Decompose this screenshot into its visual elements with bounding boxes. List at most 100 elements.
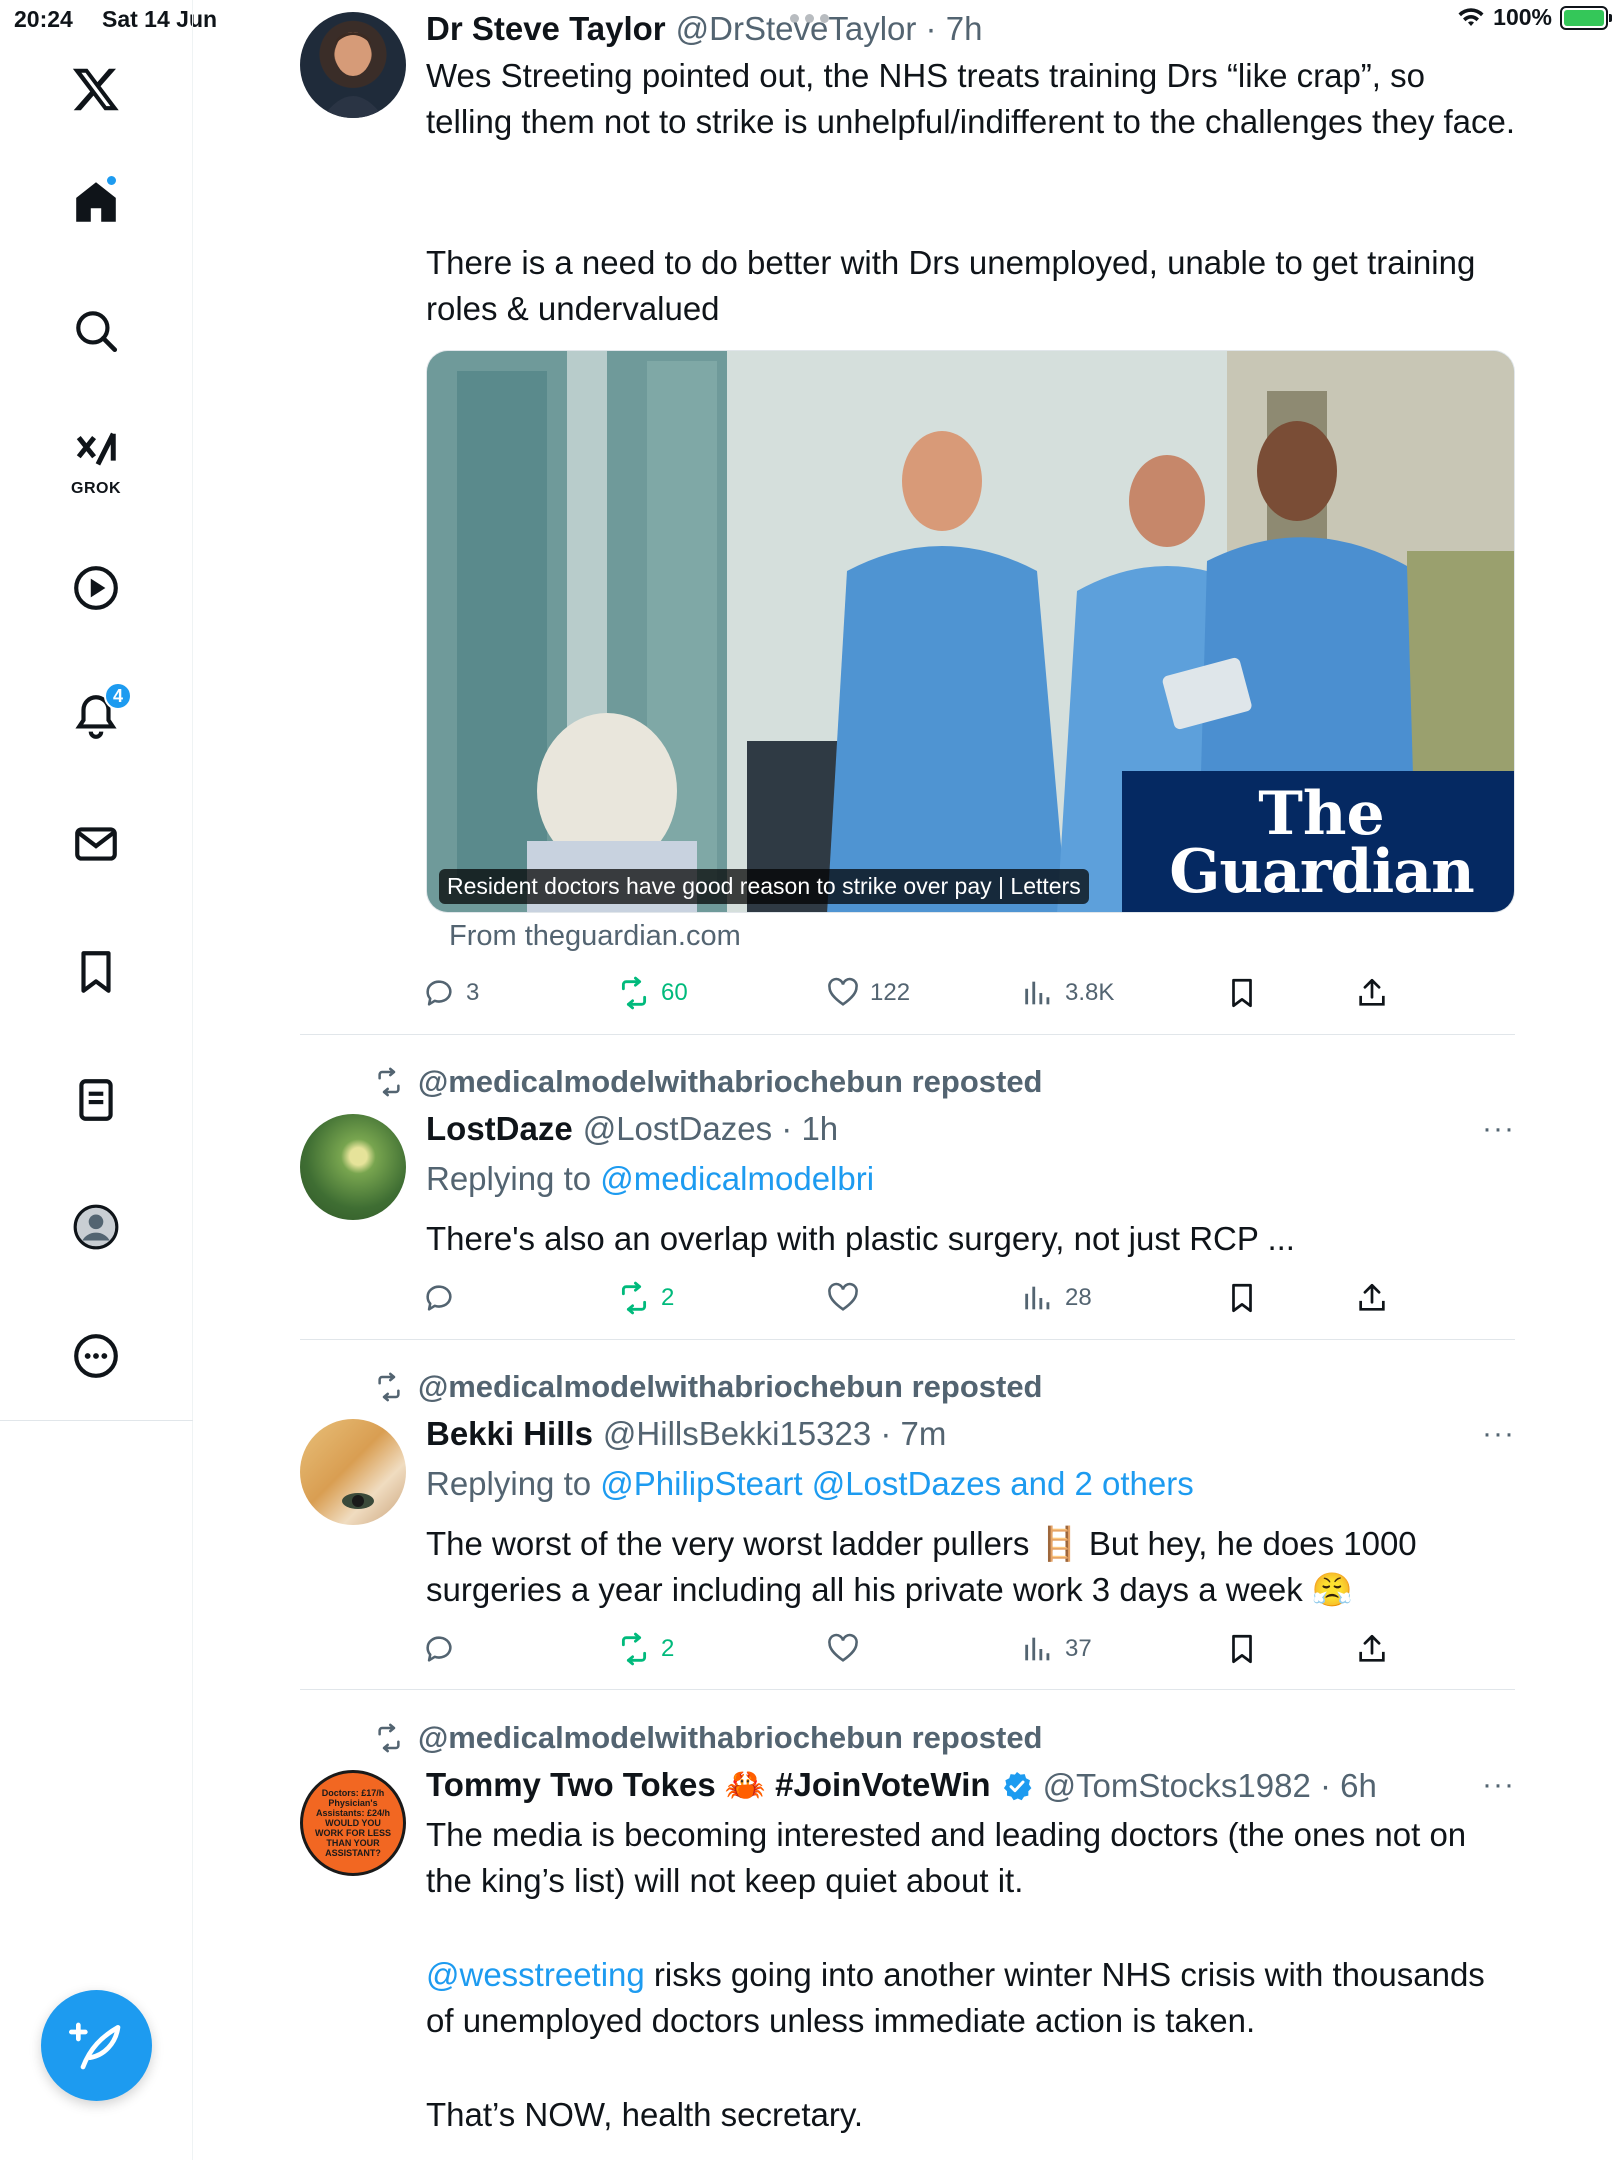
views-icon [1025, 1286, 1050, 1310]
tweet-actions: 2 28 [422, 1273, 1422, 1323]
home-icon[interactable] [56, 162, 136, 242]
tweet-header: Bekki Hills @HillsBekki15323 · 7m [426, 1415, 946, 1453]
views-button[interactable]: 28 [1021, 1273, 1092, 1323]
views-button[interactable]: 37 [1021, 1624, 1092, 1674]
reply-button[interactable] [422, 1273, 456, 1323]
notifications-icon[interactable]: 4 [56, 676, 136, 756]
tweet-text: The worst of the very worst ladder pulle… [426, 1525, 1417, 1608]
more-button[interactable]: ··· [1482, 1112, 1515, 1146]
repost-context: @medicalmodelwithabriochebun reposted [374, 1720, 1043, 1756]
tweet-divider [300, 1339, 1515, 1340]
avatar[interactable] [300, 1114, 406, 1220]
tweet-text: @wesstreeting risks going into another w… [426, 1956, 1485, 2039]
repost-icon [621, 976, 647, 1010]
compose-post-button[interactable] [41, 1990, 152, 2101]
reply-icon [426, 1285, 452, 1311]
author-name[interactable]: Dr Steve Taylor [426, 10, 666, 48]
reply-button[interactable] [422, 1624, 456, 1674]
more-button[interactable]: ··· [1482, 1768, 1515, 1802]
grok-icon[interactable]: GROK [56, 418, 136, 502]
like-button[interactable] [826, 1273, 860, 1323]
verified-badge-icon [1003, 1771, 1031, 1800]
search-icon[interactable] [56, 291, 136, 371]
author-handle[interactable]: @HillsBekki15323 · 7m [603, 1415, 946, 1453]
heart-icon [828, 1633, 858, 1662]
heart-icon [828, 977, 858, 1006]
tweet-divider [300, 1689, 1515, 1690]
repost-icon [621, 1632, 647, 1666]
sidebar-divider [0, 1420, 193, 1421]
bookmark-icon [1232, 978, 1252, 1008]
sidebar: GROK 4 [0, 0, 193, 2160]
share-icon [1359, 978, 1385, 1006]
tweet-header: Tommy Two Tokes 🦀 #JoinVoteWin @TomStock… [426, 1766, 1377, 1805]
tweet[interactable]: @medicalmodelwithabriochebun reposted Do… [300, 1716, 1515, 2160]
tweet-actions: 3 60 122 3.8K [422, 968, 1422, 1018]
author-name[interactable]: Tommy Two Tokes 🦀 #JoinVoteWin [426, 1766, 991, 1805]
share-icon [1359, 1634, 1385, 1662]
repost-button[interactable]: 2 [617, 1624, 674, 1674]
tweet-text: Wes Streeting pointed out, the NHS treat… [426, 57, 1516, 140]
share-button[interactable] [1355, 1624, 1389, 1674]
tweet-header: Dr Steve Taylor @DrSteveTaylor · 7h [426, 10, 982, 48]
author-name[interactable]: Bekki Hills [426, 1415, 593, 1453]
views-icon [1025, 981, 1050, 1005]
repost-context: @medicalmodelwithabriochebun reposted [374, 1369, 1043, 1405]
repost-context-icon [378, 1372, 400, 1402]
like-button[interactable] [826, 1624, 860, 1674]
reply-icon [426, 1636, 452, 1662]
card-source[interactable]: From theguardian.com [449, 920, 741, 953]
more-button[interactable]: ··· [1482, 1417, 1515, 1451]
views-button[interactable]: 3.8K [1021, 968, 1114, 1018]
like-button[interactable]: 122 [826, 968, 910, 1018]
tweet-actions: 2 37 [422, 1624, 1422, 1674]
author-handle[interactable]: @LostDazes · 1h [583, 1110, 838, 1148]
video-icon[interactable] [56, 548, 136, 628]
bookmark-button[interactable] [1225, 1273, 1259, 1323]
avatar[interactable]: Doctors: £17/h Physician's Assistants: £… [300, 1770, 406, 1876]
home-unread-dot [105, 174, 118, 187]
replying-to-link[interactable]: @PhilipSteart @LostDazes and 2 others [600, 1465, 1193, 1502]
tweet-text: There's also an overlap with plastic sur… [426, 1220, 1295, 1257]
card-headline: Resident doctors have good reason to str… [439, 869, 1089, 904]
replying-to-link[interactable]: @medicalmodelbri [600, 1160, 874, 1197]
tweet-divider [300, 1034, 1515, 1035]
heart-icon [828, 1282, 858, 1311]
avatar-text: Doctors: £17/h Physician's Assistants: £… [315, 1788, 391, 1858]
tweet-header: LostDaze @LostDazes · 1h [426, 1110, 838, 1148]
tweet-text: The media is becoming interested and lea… [426, 1816, 1467, 1899]
mention-link[interactable]: @wesstreeting [426, 1956, 645, 1993]
link-card[interactable]: The Guardian Resident doctors have good … [426, 350, 1515, 913]
more-options-icon[interactable] [56, 1316, 136, 1396]
repost-icon [621, 1281, 647, 1315]
author-handle[interactable]: @TomStocks1982 · 6h [1043, 1767, 1377, 1805]
share-button[interactable] [1355, 968, 1389, 1018]
reply-icon [426, 980, 452, 1006]
x-logo-icon[interactable] [56, 49, 136, 129]
author-name[interactable]: LostDaze [426, 1110, 573, 1148]
bookmarks-icon[interactable] [56, 932, 136, 1012]
bookmark-button[interactable] [1225, 1624, 1259, 1674]
guardian-logo: The Guardian [1169, 779, 1475, 907]
tweet-text: There is a need to do better with Drs un… [426, 244, 1476, 327]
replying-to: Replying to @medicalmodelbri [426, 1160, 875, 1197]
reply-button[interactable]: 3 [422, 968, 479, 1018]
avatar[interactable] [300, 12, 406, 118]
replying-to: Replying to @PhilipSteart @LostDazes and… [426, 1465, 1194, 1502]
mail-icon[interactable] [56, 804, 136, 884]
share-button[interactable] [1355, 1273, 1389, 1323]
author-handle[interactable]: @DrSteveTaylor · 7h [676, 10, 983, 48]
share-icon [1359, 1283, 1385, 1311]
bookmark-button[interactable] [1225, 968, 1259, 1018]
views-icon [1025, 1637, 1050, 1661]
repost-button[interactable]: 60 [617, 968, 688, 1018]
profile-icon[interactable] [56, 1187, 136, 1267]
tweet-text: That’s NOW, health secretary. [426, 2096, 864, 2133]
battery-icon [1560, 5, 1612, 30]
repost-context-icon [378, 1723, 400, 1753]
articles-icon[interactable] [56, 1060, 136, 1140]
repost-button[interactable]: 2 [617, 1273, 674, 1323]
grok-label: GROK [71, 480, 121, 497]
avatar[interactable] [300, 1419, 406, 1525]
repost-context: @medicalmodelwithabriochebun reposted [374, 1064, 1043, 1100]
